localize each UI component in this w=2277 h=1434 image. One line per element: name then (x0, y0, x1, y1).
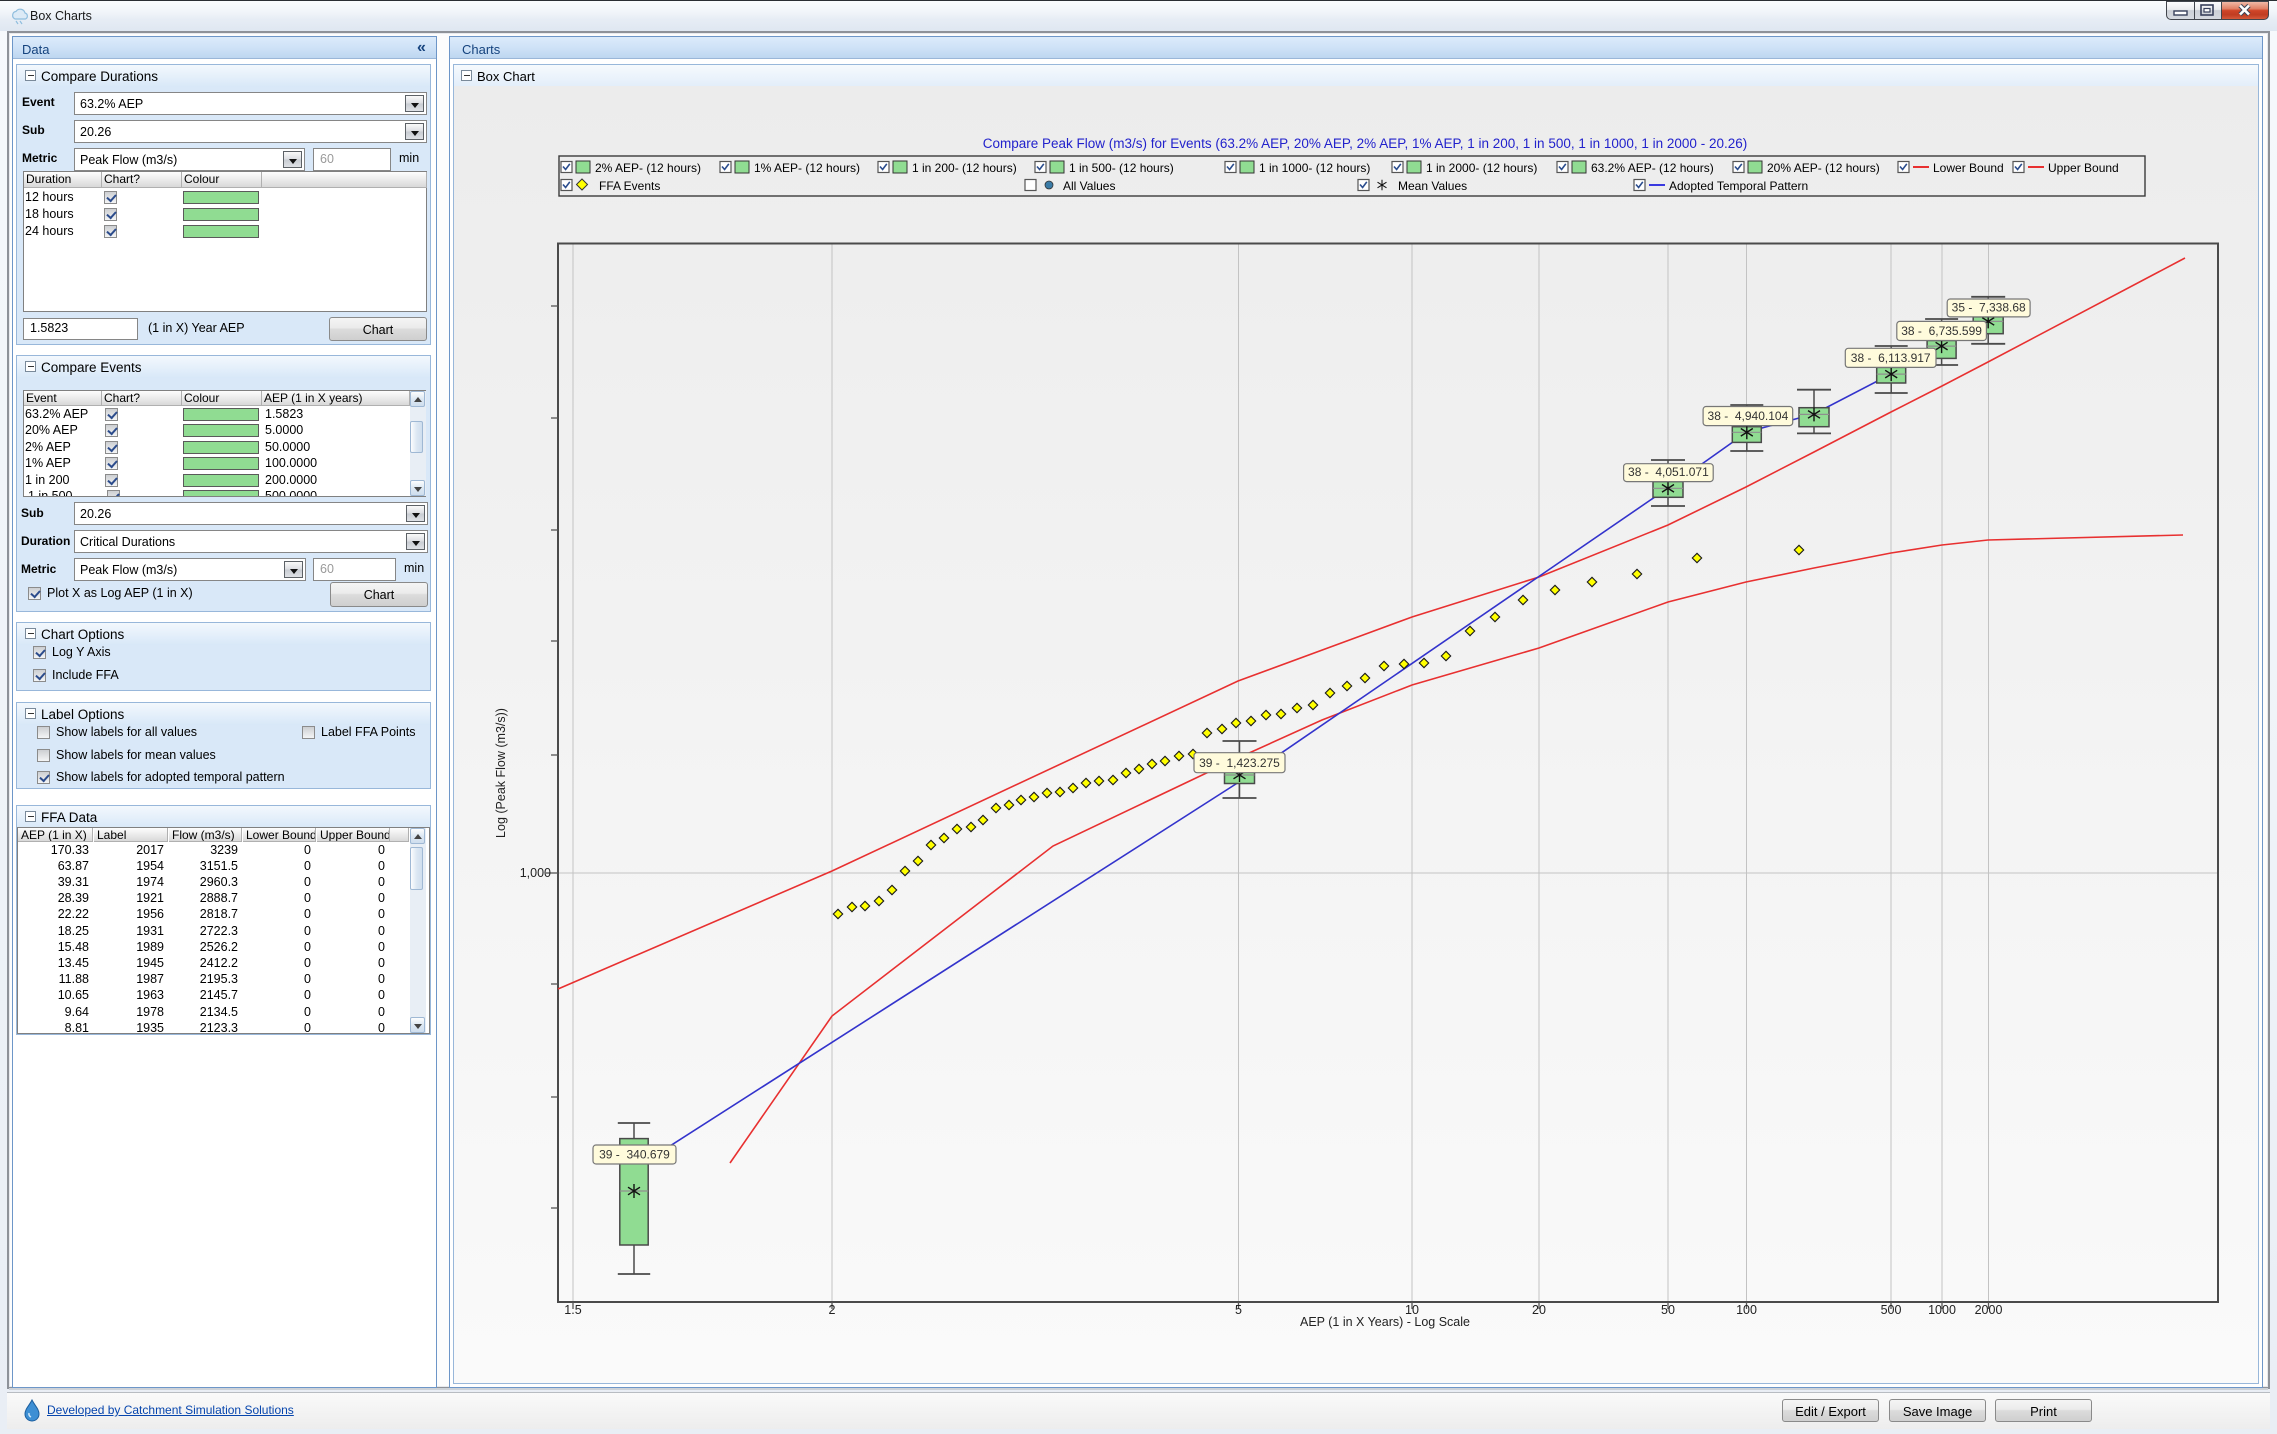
svg-text:All Values: All Values (1063, 179, 1115, 193)
svg-text:2% AEP- (12 hours): 2% AEP- (12 hours) (595, 161, 701, 175)
svg-text:Compare Peak Flow (m3/s) for E: Compare Peak Flow (m3/s) for Events (63.… (983, 136, 1747, 151)
svg-text:35 - 7,338.68: 35 - 7,338.68 (1952, 300, 2026, 314)
svg-text:20: 20 (1532, 1303, 1546, 1317)
svg-text:2: 2 (829, 1303, 836, 1317)
svg-text:1 in 2000- (12 hours): 1 in 2000- (12 hours) (1426, 161, 1537, 175)
svg-text:1000: 1000 (1928, 1303, 1956, 1317)
svg-text:5: 5 (1235, 1303, 1242, 1317)
svg-text:38 - 6,735.599: 38 - 6,735.599 (1901, 324, 1982, 338)
svg-text:Mean Values: Mean Values (1398, 179, 1467, 193)
svg-text:AEP (1 in X Years) - Log Scale: AEP (1 in X Years) - Log Scale (1300, 1315, 1470, 1329)
svg-text:39 - 340.679: 39 - 340.679 (599, 1148, 670, 1162)
svg-text:1 in 500- (12 hours): 1 in 500- (12 hours) (1069, 161, 1174, 175)
svg-text:1% AEP- (12 hours): 1% AEP- (12 hours) (754, 161, 860, 175)
svg-text:63.2% AEP- (12 hours): 63.2% AEP- (12 hours) (1591, 161, 1714, 175)
svg-text:FFA Events: FFA Events (599, 179, 660, 193)
svg-text:38 - 4,940.104: 38 - 4,940.104 (1708, 409, 1789, 423)
svg-text:500: 500 (1881, 1303, 1902, 1317)
svg-text:Upper Bound: Upper Bound (2048, 161, 2119, 175)
svg-text:38 - 6,113.917: 38 - 6,113.917 (1851, 351, 1931, 365)
svg-text:Lower Bound: Lower Bound (1933, 161, 2004, 175)
svg-text:39 - 1,423.275: 39 - 1,423.275 (1199, 756, 1280, 770)
svg-text:2000: 2000 (1975, 1303, 2003, 1317)
svg-text:1 in 200- (12 hours): 1 in 200- (12 hours) (912, 161, 1017, 175)
svg-text:Log (Peak Flow (m3/s)): Log (Peak Flow (m3/s)) (494, 708, 508, 838)
svg-text:38 - 4,051.071: 38 - 4,051.071 (1628, 465, 1709, 479)
svg-text:1.5: 1.5 (564, 1303, 581, 1317)
svg-text:Adopted Temporal Pattern: Adopted Temporal Pattern (1669, 179, 1808, 193)
svg-text:1,000: 1,000 (520, 866, 551, 880)
svg-text:1 in 1000- (12 hours): 1 in 1000- (12 hours) (1259, 161, 1370, 175)
svg-text:50: 50 (1661, 1303, 1675, 1317)
svg-text:20% AEP- (12 hours): 20% AEP- (12 hours) (1767, 161, 1880, 175)
svg-text:100: 100 (1736, 1303, 1757, 1317)
